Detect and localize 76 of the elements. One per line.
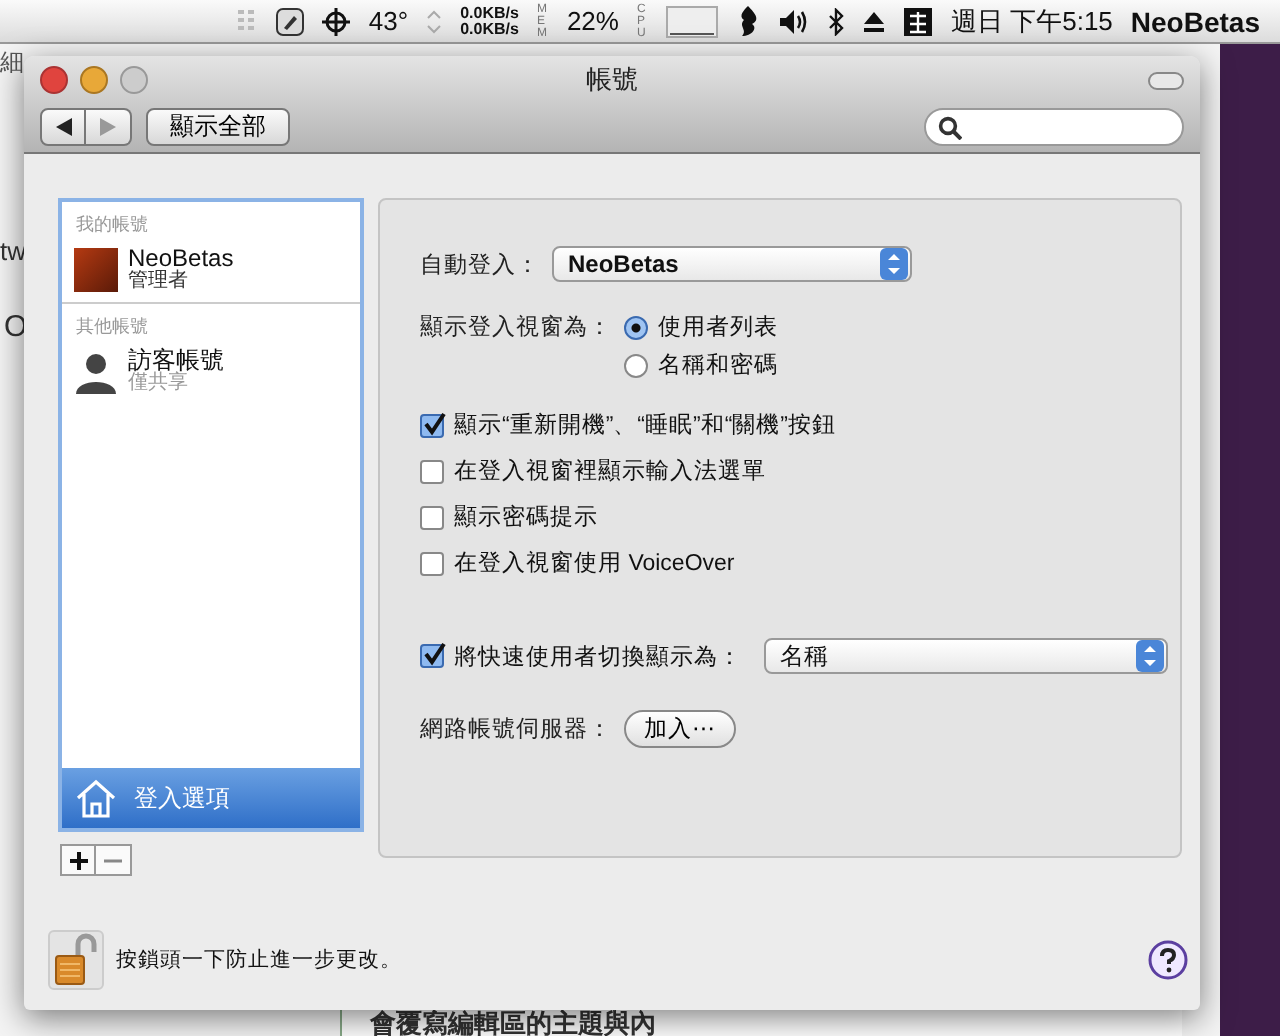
right-arrow-icon: [100, 118, 116, 136]
checkbox[interactable]: [420, 459, 444, 483]
auto-login-label: 自動登入：: [420, 251, 540, 279]
checkbox[interactable]: [420, 644, 444, 668]
help-button[interactable]: [1148, 940, 1188, 980]
popup-value: NeoBetas: [568, 250, 679, 278]
minimize-icon: [80, 66, 108, 94]
account-item[interactable]: 訪客帳號 僅共享: [62, 344, 360, 400]
account-role: 管理者: [128, 270, 190, 294]
flame-icon: [736, 6, 761, 36]
back-button[interactable]: [40, 108, 86, 146]
auto-login-popup[interactable]: NeoBetas: [552, 246, 912, 282]
network-server-label: 網路帳號伺服器：: [420, 715, 612, 744]
lock-button[interactable]: [48, 930, 104, 990]
up-down-arrows-icon: [426, 7, 443, 35]
search-field[interactable]: [924, 108, 1184, 146]
checkbox[interactable]: [420, 505, 444, 529]
background-text: 會覆寫編輯區的主題與內: [370, 1010, 656, 1036]
eject-icon: [862, 9, 887, 33]
menu-clock: 週日 下午5:15: [950, 3, 1113, 39]
menu-user-name[interactable]: NeoBetas: [1130, 5, 1260, 37]
forward-button[interactable]: [86, 108, 132, 146]
rounded-pill-icon: [1148, 71, 1184, 89]
keyboard-input-icon: [904, 7, 933, 35]
house-icon: [74, 778, 118, 818]
add-button[interactable]: [60, 844, 96, 876]
radio-button[interactable]: [624, 315, 648, 339]
zoom-icon: [120, 66, 148, 94]
checkbox-label: 顯示“重新開機”、“睡眠”和“關機”按鈕: [454, 410, 836, 440]
popup-value: 名稱: [780, 639, 828, 673]
temperature-reading: 43°: [368, 6, 409, 36]
speaker-icon: [778, 7, 811, 35]
group-header: 其他帳號: [74, 314, 150, 340]
search-icon: [938, 115, 962, 139]
stepper-arrows-icon: [1136, 640, 1164, 672]
person-silhouette-icon: [74, 350, 118, 394]
checkbox-label: 在登入視窗使用 VoiceOver: [454, 548, 735, 578]
close-icon: [40, 66, 68, 94]
radio-button[interactable]: [624, 353, 648, 377]
network-upload-rate: 0.0KB/s: [460, 5, 519, 21]
login-options-label: 登入選項: [134, 781, 230, 815]
grip-icon: [238, 7, 259, 35]
plus-icon: [69, 851, 87, 869]
account-role: 僅共享: [128, 372, 188, 396]
checkmark-icon: [422, 642, 446, 666]
question-mark-icon: [1148, 940, 1188, 980]
checkbox-label: 顯示密碼提示: [454, 502, 598, 532]
background-text: 細: [0, 46, 24, 80]
cpu-graph-icon: [666, 5, 719, 37]
group-header: 我的帳號: [74, 212, 150, 238]
account-item[interactable]: NeoBetas 管理者: [62, 242, 360, 298]
memory-usage: 22%: [566, 6, 619, 36]
network-download-rate: 0.0KB/s: [460, 21, 519, 37]
pencil-icon: [276, 7, 305, 35]
stepper-arrows-icon: [880, 248, 908, 280]
login-window-label: 顯示登入視窗為：: [420, 312, 612, 342]
left-arrow-icon: [55, 118, 71, 136]
open-padlock-icon: [54, 932, 98, 988]
lock-hint-text: 按鎖頭一下防止進一步更改。: [116, 946, 402, 974]
account-name: NeoBetas: [128, 246, 234, 270]
crosshair-icon: [322, 7, 351, 35]
avatar-picture: [74, 248, 118, 292]
join-button[interactable]: 加入⋯: [624, 710, 735, 748]
show-all-button[interactable]: 顯示全部: [146, 108, 290, 146]
checkbox-label: 在登入視窗裡顯示輸入法選單: [454, 456, 766, 486]
window-title: 帳號: [586, 62, 638, 98]
fast-switch-label: 將快速使用者切換顯示為：: [454, 643, 742, 671]
checkbox[interactable]: [420, 551, 444, 575]
radio-label: 名稱和密碼: [658, 350, 778, 380]
account-name: 訪客帳號: [128, 348, 224, 372]
checkbox[interactable]: [420, 413, 444, 437]
fast-switch-popup[interactable]: 名稱: [764, 638, 1168, 674]
radio-label: 使用者列表: [658, 313, 778, 342]
login-options-item[interactable]: 登入選項: [62, 768, 360, 828]
checkmark-icon: [422, 411, 446, 435]
bluetooth-icon: [828, 7, 845, 35]
